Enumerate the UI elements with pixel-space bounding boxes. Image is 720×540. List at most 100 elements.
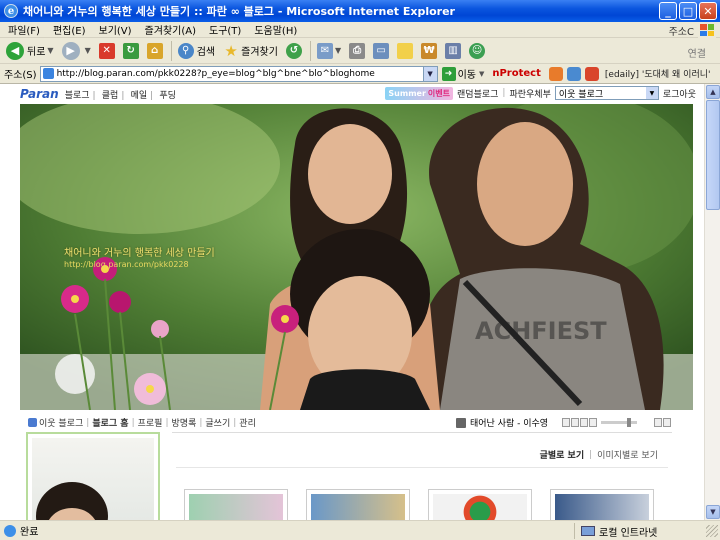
history-button[interactable]: ↺ xyxy=(285,42,302,59)
paran-postman-link[interactable]: 파란우체부 xyxy=(509,87,550,100)
print-button[interactable]: ⎙ xyxy=(349,42,366,59)
chevron-down-icon: ▼ xyxy=(645,87,658,99)
home-button[interactable]: ⌂ xyxy=(146,42,163,59)
addon-icon-2[interactable] xyxy=(566,66,581,81)
status-text: 완료 xyxy=(20,527,39,538)
mail-dropdown-icon[interactable]: ▼ xyxy=(335,46,341,55)
search-button[interactable]: ⚲ 검색 xyxy=(177,42,215,59)
discuss-button[interactable] xyxy=(397,42,414,59)
music-player: 태어난 사람 - 이수영 xyxy=(456,416,672,429)
gnb-blog-link[interactable]: 블로그 xyxy=(65,91,90,101)
volume-slider[interactable] xyxy=(601,418,638,427)
address-input[interactable]: http://blog.paran.com/pkk0228?p_eye=blog… xyxy=(39,65,424,82)
forward-button[interactable]: ▶ ▼ xyxy=(61,41,91,60)
profile-photo[interactable] xyxy=(32,438,154,520)
toolbar-separator xyxy=(170,40,172,61)
refresh-icon: ↻ xyxy=(122,42,139,59)
messenger-button[interactable]: ☺ xyxy=(469,42,486,59)
summer-event-banner[interactable]: Summer 이벤트 xyxy=(385,86,454,100)
intranet-icon xyxy=(581,526,595,536)
news-ticker[interactable]: [edaily] '도대체 왜 이러니' xyxy=(605,67,711,80)
addon-icon-1[interactable] xyxy=(548,66,563,81)
stop-button[interactable]: ✕ xyxy=(98,42,115,59)
windows-logo-icon xyxy=(698,22,716,38)
gnb-pudding-link[interactable]: 푸딩 xyxy=(159,91,176,101)
menu-edit[interactable]: 편집(E) xyxy=(53,22,86,37)
addon-icon-3[interactable] xyxy=(584,66,599,81)
blog-banner-photo: ACHFIEST 채어니와 거누의 행복한 세상 만들기 http://blog… xyxy=(20,104,693,410)
won-button[interactable]: ₩ xyxy=(421,42,438,59)
mail-icon: ✉ xyxy=(316,42,333,59)
minimize-button[interactable]: _ xyxy=(659,2,677,20)
vertical-scrollbar[interactable]: ▲ ▼ xyxy=(704,84,720,520)
menu-favorites[interactable]: 즐겨찾기(A) xyxy=(145,22,196,37)
address-dropdown-icon[interactable]: ▼ xyxy=(423,65,438,82)
stop-icon: ✕ xyxy=(98,42,115,59)
go-dropdown-icon[interactable]: ▼ xyxy=(479,70,484,78)
play-button[interactable] xyxy=(571,418,580,427)
player-controls xyxy=(562,418,598,427)
address-label: 주소(S) xyxy=(4,70,37,81)
home-icon: ⌂ xyxy=(146,42,163,59)
status-bar: 완료 로컬 인트라넷 xyxy=(0,520,720,540)
mail-button[interactable]: ✉ ▼ xyxy=(316,42,341,59)
neighbor-blog-select[interactable]: 이웃 블로그 ▼ xyxy=(554,86,659,100)
page-icon xyxy=(42,68,54,79)
playlist-button[interactable] xyxy=(654,418,663,427)
links-label[interactable]: 연결 xyxy=(688,45,706,60)
random-blog-link[interactable]: 랜덤블로그 xyxy=(457,87,498,100)
refresh-button[interactable]: ↻ xyxy=(122,42,139,59)
blog-menu-write[interactable]: 글쓰기 xyxy=(205,416,230,429)
favorites-button[interactable]: ★ 즐겨찾기 xyxy=(223,42,278,60)
close-button[interactable]: ✕ xyxy=(699,2,717,20)
tab-view-by-image[interactable]: 이미지별로 보기 xyxy=(597,448,658,461)
post-thumbnail[interactable] xyxy=(550,489,654,520)
maximize-button[interactable]: □ xyxy=(679,2,697,20)
menu-file[interactable]: 파일(F) xyxy=(8,22,40,37)
window-controls: _ □ ✕ xyxy=(659,2,717,20)
forward-dropdown-icon[interactable]: ▼ xyxy=(85,46,91,55)
menu-tools[interactable]: 도구(T) xyxy=(209,22,241,37)
security-zone[interactable]: 로컬 인트라넷 xyxy=(574,523,657,539)
forward-arrow-icon: ▶ xyxy=(61,41,80,60)
next-button[interactable] xyxy=(589,418,598,427)
scroll-up-icon[interactable]: ▲ xyxy=(706,85,720,99)
mute-button[interactable] xyxy=(663,418,672,427)
gnb-club-link[interactable]: 클럽 xyxy=(102,91,119,101)
stop-button-player[interactable] xyxy=(580,418,589,427)
blog-menu-neighbor[interactable]: 이웃 블로그 xyxy=(39,416,83,429)
edit-icon: ▭ xyxy=(373,42,390,59)
research-button[interactable]: ▥ xyxy=(445,42,462,59)
player-extra-controls xyxy=(654,418,672,427)
banner-url[interactable]: http://blog.paran.com/pkk0228 xyxy=(64,260,189,269)
window-title: 채어니와 거누의 행복한 세상 만들기 :: 파란 ∞ 블로그 - Micros… xyxy=(23,5,455,18)
edit-button[interactable]: ▭ xyxy=(373,42,390,59)
page-done-icon xyxy=(4,524,16,537)
window-titlebar[interactable]: e 채어니와 거누의 행복한 세상 만들기 :: 파란 ∞ 블로그 - Micr… xyxy=(0,0,720,22)
prev-button[interactable] xyxy=(562,418,571,427)
standard-toolbar: ◀ 뒤로 ▼ ▶ ▼ ✕ ↻ ⌂ ⚲ 검색 ★ 즐겨찾기 ↺ ✉ ▼ ⎙ ▭ ₩ xyxy=(0,38,720,64)
profile-box xyxy=(26,432,160,520)
post-thumbnail[interactable] xyxy=(184,489,288,520)
ie-icon: e xyxy=(4,4,18,18)
resize-grip[interactable] xyxy=(706,525,718,537)
scroll-down-icon[interactable]: ▼ xyxy=(706,505,720,519)
gnb-links: 블로그 | 클럽 | 메일 | 푸딩 xyxy=(64,90,176,101)
menu-help[interactable]: 도움말(H) xyxy=(254,22,297,37)
paran-logo[interactable]: Paran xyxy=(20,87,59,101)
blog-menu-home[interactable]: 블로그 홈 xyxy=(92,416,128,429)
nprotect-button[interactable]: nProtect xyxy=(492,68,541,79)
back-button[interactable]: ◀ 뒤로 ▼ xyxy=(6,41,54,60)
menu-view[interactable]: 보기(V) xyxy=(99,22,132,37)
logout-link[interactable]: 로그아웃 xyxy=(663,87,696,100)
gnb-mail-link[interactable]: 메일 xyxy=(131,91,148,101)
blog-menu-profile[interactable]: 프로필 xyxy=(138,416,163,429)
post-thumbnail[interactable] xyxy=(428,489,532,520)
go-button[interactable]: ➜ 이동 ▼ xyxy=(441,66,484,81)
blog-menu-guestbook[interactable]: 방명록 xyxy=(172,416,197,429)
back-dropdown-icon[interactable]: ▼ xyxy=(47,46,53,55)
scroll-thumb[interactable] xyxy=(706,100,720,210)
post-thumbnail[interactable] xyxy=(306,489,410,520)
blog-menu-admin[interactable]: 관리 xyxy=(239,416,256,429)
tab-view-by-post[interactable]: 글별로 보기 xyxy=(540,448,585,461)
